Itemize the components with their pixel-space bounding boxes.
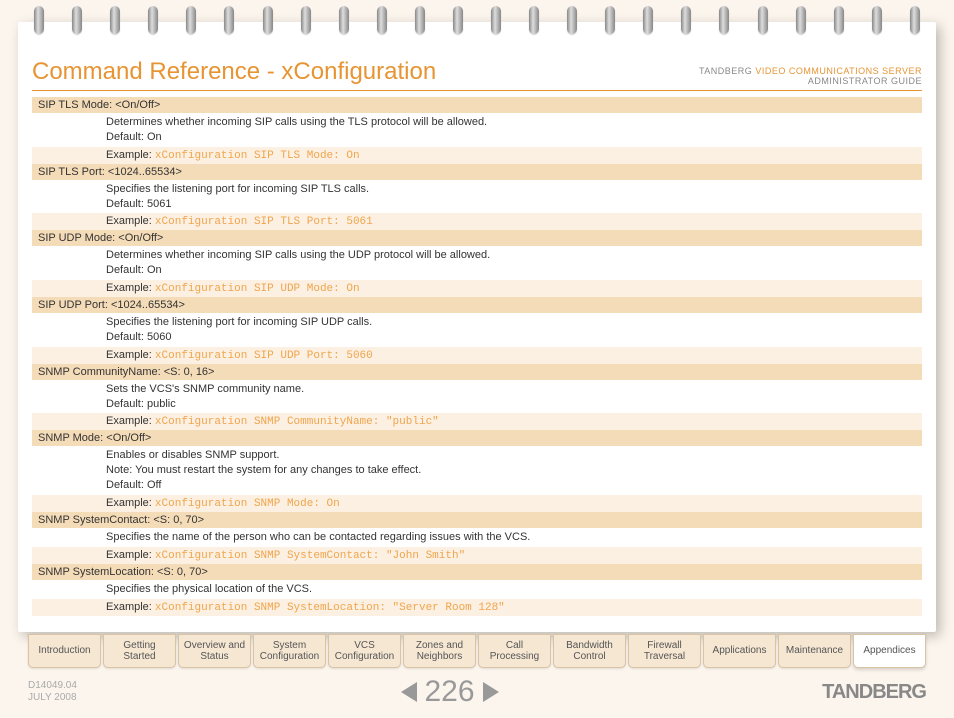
example-label: Example:: [106, 149, 155, 161]
command-block: SIP TLS Mode: <On/Off>Determines whether…: [32, 97, 922, 164]
command-description: Determines whether incoming SIP calls us…: [32, 246, 922, 280]
example-code: xConfiguration SNMP CommunityName: "publ…: [155, 416, 439, 428]
example-code: xConfiguration SIP UDP Port: 5060: [155, 350, 373, 362]
example-label: Example:: [106, 601, 155, 613]
page-title: Command Reference - xConfiguration: [32, 58, 436, 86]
example-label: Example:: [106, 349, 155, 361]
product-name: VIDEO COMMUNICATIONS SERVER: [755, 66, 922, 76]
spiral-binding: [20, 0, 934, 40]
command-list: SIP TLS Mode: <On/Off>Determines whether…: [32, 97, 922, 616]
pager: 226: [401, 675, 499, 709]
nav-tab[interactable]: Zones andNeighbors: [403, 634, 476, 668]
company-name: TANDBERG: [699, 66, 752, 76]
command-block: SNMP SystemContact: <S: 0, 70>Specifies …: [32, 512, 922, 564]
page-content: Command Reference - xConfiguration TANDB…: [18, 22, 936, 632]
page-number: 226: [425, 675, 475, 709]
command-block: SNMP Mode: <On/Off>Enables or disables S…: [32, 430, 922, 512]
nav-tab[interactable]: Applications: [703, 634, 776, 668]
command-name: SNMP SystemLocation: <S: 0, 70>: [32, 564, 922, 580]
prev-page-icon[interactable]: [401, 682, 417, 702]
command-description: Specifies the physical location of the V…: [32, 580, 922, 599]
command-name: SIP TLS Port: <1024..65534>: [32, 164, 922, 180]
nav-tab[interactable]: Introduction: [28, 634, 101, 668]
command-example: Example: xConfiguration SNMP Mode: On: [32, 495, 922, 512]
command-block: SIP TLS Port: <1024..65534>Specifies the…: [32, 164, 922, 231]
nav-tab[interactable]: Maintenance: [778, 634, 851, 668]
command-description: Sets the VCS's SNMP community name.Defau…: [32, 380, 922, 414]
command-example: Example: xConfiguration SIP TLS Port: 50…: [32, 213, 922, 230]
command-description: Specifies the listening port for incomin…: [32, 180, 922, 214]
example-label: Example:: [106, 549, 155, 561]
example-code: xConfiguration SNMP SystemContact: "John…: [155, 550, 465, 562]
command-block: SIP UDP Port: <1024..65534>Specifies the…: [32, 297, 922, 364]
command-block: SNMP SystemLocation: <S: 0, 70>Specifies…: [32, 564, 922, 616]
command-description: Enables or disables SNMP support.Note: Y…: [32, 446, 922, 495]
command-example: Example: xConfiguration SIP TLS Mode: On: [32, 147, 922, 164]
next-page-icon[interactable]: [483, 682, 499, 702]
doc-subtitle: ADMINISTRATOR GUIDE: [808, 76, 922, 86]
nav-tab[interactable]: VCSConfiguration: [328, 634, 401, 668]
command-example: Example: xConfiguration SNMP SystemLocat…: [32, 599, 922, 616]
example-label: Example:: [106, 215, 155, 227]
example-code: xConfiguration SIP UDP Mode: On: [155, 283, 360, 295]
example-label: Example:: [106, 282, 155, 294]
command-name: SNMP SystemContact: <S: 0, 70>: [32, 512, 922, 528]
command-description: Determines whether incoming SIP calls us…: [32, 113, 922, 147]
command-example: Example: xConfiguration SIP UDP Port: 50…: [32, 347, 922, 364]
command-example: Example: xConfiguration SNMP CommunityNa…: [32, 413, 922, 430]
command-name: SNMP CommunityName: <S: 0, 16>: [32, 364, 922, 380]
doc-date: JULY 2008: [28, 692, 77, 703]
doc-id: D14049.04: [28, 680, 77, 691]
nav-tab[interactable]: CallProcessing: [478, 634, 551, 668]
command-description: Specifies the listening port for incomin…: [32, 313, 922, 347]
brand-logo: TANDBERG: [822, 681, 926, 704]
example-label: Example:: [106, 415, 155, 427]
header-meta: TANDBERG VIDEO COMMUNICATIONS SERVER ADM…: [699, 66, 922, 86]
example-code: xConfiguration SIP TLS Port: 5061: [155, 216, 373, 228]
command-name: SIP TLS Mode: <On/Off>: [32, 97, 922, 113]
nav-tab[interactable]: BandwidthControl: [553, 634, 626, 668]
nav-tab[interactable]: Appendices: [853, 634, 926, 668]
example-code: xConfiguration SNMP Mode: On: [155, 498, 340, 510]
command-block: SIP UDP Mode: <On/Off>Determines whether…: [32, 230, 922, 297]
doc-meta: D14049.04 JULY 2008: [28, 680, 77, 704]
page-footer: D14049.04 JULY 2008 226 TANDBERG: [28, 672, 926, 712]
example-label: Example:: [106, 497, 155, 509]
example-code: xConfiguration SNMP SystemLocation: "Ser…: [155, 602, 505, 614]
command-example: Example: xConfiguration SNMP SystemConta…: [32, 547, 922, 564]
command-description: Specifies the name of the person who can…: [32, 528, 922, 547]
command-block: SNMP CommunityName: <S: 0, 16>Sets the V…: [32, 364, 922, 431]
nav-tab[interactable]: Getting Started: [103, 634, 176, 668]
nav-tab[interactable]: SystemConfiguration: [253, 634, 326, 668]
nav-tabs: IntroductionGetting StartedOverview andS…: [28, 634, 926, 668]
nav-tab[interactable]: FirewallTraversal: [628, 634, 701, 668]
example-code: xConfiguration SIP TLS Mode: On: [155, 150, 360, 162]
command-name: SIP UDP Port: <1024..65534>: [32, 297, 922, 313]
command-name: SNMP Mode: <On/Off>: [32, 430, 922, 446]
nav-tab[interactable]: Overview andStatus: [178, 634, 251, 668]
command-name: SIP UDP Mode: <On/Off>: [32, 230, 922, 246]
page-header: Command Reference - xConfiguration TANDB…: [32, 58, 922, 91]
command-example: Example: xConfiguration SIP UDP Mode: On: [32, 280, 922, 297]
